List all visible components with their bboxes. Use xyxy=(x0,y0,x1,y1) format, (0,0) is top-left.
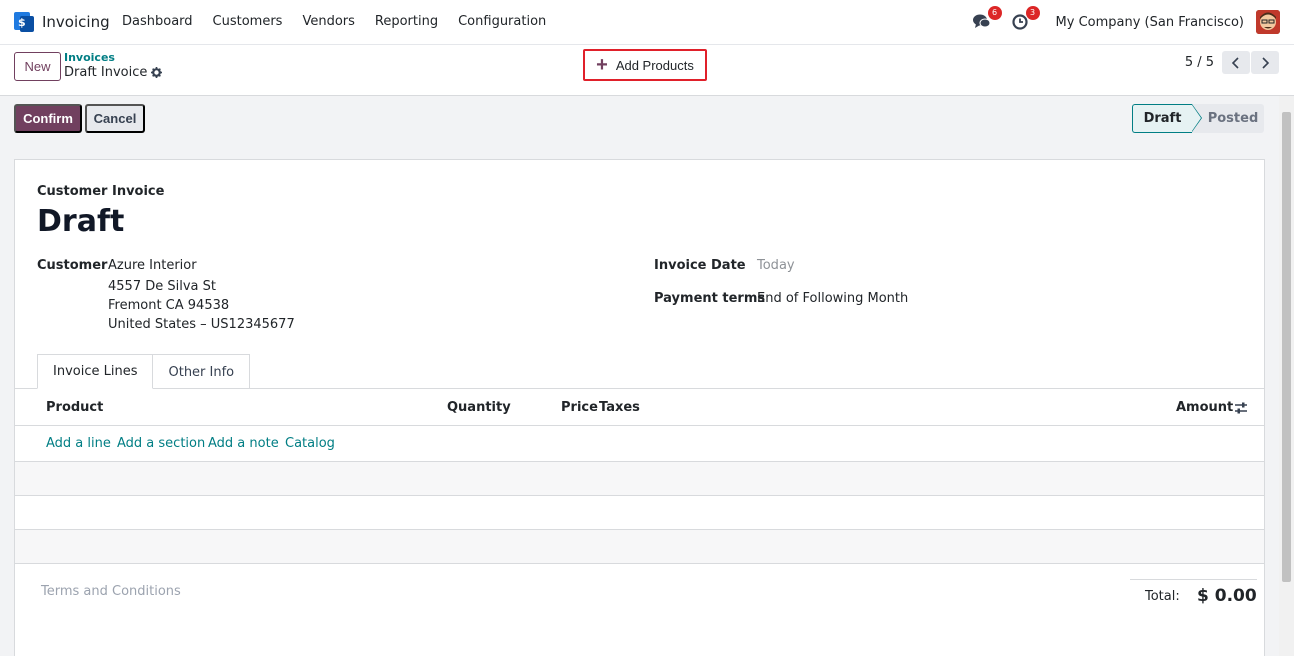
add-note-link[interactable]: Add a note xyxy=(208,436,279,451)
pager-value[interactable]: 5 / 5 xyxy=(1185,55,1214,70)
table-row xyxy=(15,530,1264,564)
menu-dashboard[interactable]: Dashboard xyxy=(122,14,193,29)
main-menu: Dashboard Customers Vendors Reporting Co… xyxy=(122,14,566,29)
menu-configuration[interactable]: Configuration xyxy=(458,14,546,29)
cancel-button[interactable]: Cancel xyxy=(85,104,145,133)
customer-label: Customer xyxy=(37,258,108,273)
add-line-link[interactable]: Add a line xyxy=(46,436,111,451)
col-taxes[interactable]: Taxes xyxy=(599,400,640,415)
customer-address: 4557 De Silva St Fremont CA 94538 United… xyxy=(108,277,295,334)
new-button[interactable]: New xyxy=(14,52,61,81)
address-line-2: Fremont CA 94538 xyxy=(108,298,230,313)
avatar-image xyxy=(1256,10,1280,34)
menu-vendors[interactable]: Vendors xyxy=(302,14,354,29)
messages-button[interactable]: 6 xyxy=(972,6,1002,32)
lines-table-header: Product Quantity Price Taxes Amount xyxy=(15,389,1264,426)
status-bar: Draft Posted xyxy=(1132,104,1264,133)
line-adders: Add a line Add a section Add a note Cata… xyxy=(15,426,1264,462)
add-products-button[interactable]: + Add Products xyxy=(583,49,707,81)
messages-badge: 6 xyxy=(987,6,1002,20)
form-tabs: Invoice Lines Other Info xyxy=(37,354,251,389)
table-row xyxy=(15,462,1264,496)
breadcrumb-invoices[interactable]: Invoices xyxy=(64,51,115,64)
col-price[interactable]: Price xyxy=(561,400,598,415)
invoice-type: Customer Invoice xyxy=(37,184,165,199)
terms-field[interactable]: Terms and Conditions xyxy=(41,584,181,599)
chevron-right-icon xyxy=(1262,56,1270,69)
add-products-label: Add Products xyxy=(615,57,694,73)
invoicing-app-icon[interactable]: $ xyxy=(14,12,34,32)
catalog-link[interactable]: Catalog xyxy=(285,436,335,451)
table-row xyxy=(15,496,1264,530)
total-value: $ 0.00 xyxy=(1197,586,1257,606)
chevron-left-icon xyxy=(1231,56,1239,69)
page-scrollbar[interactable] xyxy=(1279,96,1294,656)
address-line-3: United States – US12345677 xyxy=(108,317,295,332)
customer-field[interactable]: Azure Interior xyxy=(108,258,197,273)
add-section-link[interactable]: Add a section xyxy=(117,436,205,451)
total-divider xyxy=(1130,579,1257,580)
pager-next-button[interactable] xyxy=(1251,51,1279,74)
activities-button[interactable]: 3 xyxy=(1010,6,1040,32)
svg-text:$: $ xyxy=(18,16,26,29)
systray: 6 3 My Company (San Francisco) xyxy=(972,6,1280,34)
menu-customers[interactable]: Customers xyxy=(213,14,283,29)
payment-terms-label: Payment terms xyxy=(654,291,766,306)
breadcrumb-current: Draft Invoice xyxy=(64,65,163,80)
menu-reporting[interactable]: Reporting xyxy=(375,14,438,29)
breadcrumb-current-label: Draft Invoice xyxy=(64,65,148,80)
col-product[interactable]: Product xyxy=(46,400,103,415)
status-draft[interactable]: Draft xyxy=(1132,104,1202,133)
top-navbar: $ Invoicing Dashboard Customers Vendors … xyxy=(0,0,1294,45)
activities-badge: 3 xyxy=(1025,6,1040,20)
pager-previous-button[interactable] xyxy=(1222,51,1250,74)
user-avatar[interactable] xyxy=(1256,10,1280,34)
invoice-title: Draft xyxy=(37,204,125,239)
tab-invoice-lines[interactable]: Invoice Lines xyxy=(37,354,154,389)
gear-icon[interactable] xyxy=(151,67,163,78)
col-amount[interactable]: Amount xyxy=(1176,400,1233,415)
invoice-date-field[interactable]: Today xyxy=(757,258,795,273)
invoice-date-label: Invoice Date xyxy=(654,258,746,273)
company-switcher[interactable]: My Company (San Francisco) xyxy=(1056,15,1244,30)
status-posted[interactable]: Posted xyxy=(1192,104,1264,133)
tab-other-info[interactable]: Other Info xyxy=(153,354,251,389)
confirm-button[interactable]: Confirm xyxy=(14,104,82,133)
total-label: Total: xyxy=(1145,589,1180,604)
plus-icon: + xyxy=(596,54,608,76)
col-quantity[interactable]: Quantity xyxy=(447,400,511,415)
scrollbar-thumb[interactable] xyxy=(1282,112,1291,582)
invoice-sheet: Customer Invoice Draft Customer Azure In… xyxy=(14,159,1265,656)
control-panel: New Invoices Draft Invoice + Add Product… xyxy=(0,45,1294,96)
optional-columns-icon[interactable] xyxy=(1234,402,1248,414)
payment-terms-field[interactable]: End of Following Month xyxy=(757,291,908,306)
app-name[interactable]: Invoicing xyxy=(42,13,110,31)
address-line-1: 4557 De Silva St xyxy=(108,279,216,294)
